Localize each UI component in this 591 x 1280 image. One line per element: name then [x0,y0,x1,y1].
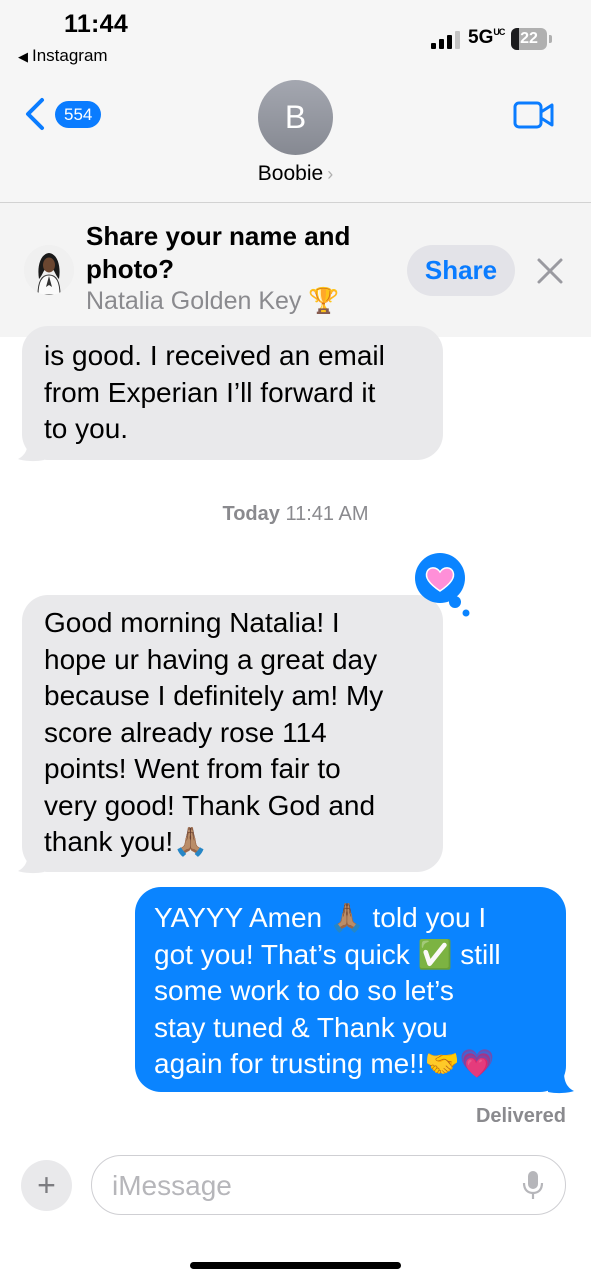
message-text: Good morning Natalia! I hope ur having a… [44,607,384,857]
contact-name[interactable]: Boobie › [0,162,591,186]
message-timestamp: Today 11:41 AM [222,503,369,525]
message-bubble-incoming[interactable]: is good. I received an email from Experi… [22,326,443,460]
home-indicator [190,1262,401,1269]
cellular-signal-icon [431,31,463,49]
bubble-tail [18,852,44,874]
battery-fill [511,28,519,50]
battery-icon: 22 [511,28,547,50]
network-type: 5GUC [468,27,505,48]
close-icon[interactable] [534,255,566,287]
apps-plus-button[interactable]: + [21,1160,72,1211]
conversation-header: 554 B Boobie › [0,72,591,203]
heart-tapback-icon[interactable] [414,552,470,618]
battery-tip [549,35,552,43]
battery-percent: 22 [520,30,538,47]
video-camera-icon[interactable] [513,100,555,130]
chevron-right-icon: › [327,164,334,184]
microphone-icon[interactable] [522,1170,544,1200]
bubble-tail [18,440,44,462]
imessage-input-field[interactable] [91,1155,566,1215]
profile-photo [24,245,74,295]
message-input[interactable] [110,1166,514,1206]
message-text: is good. I received an email from Experi… [44,340,385,444]
contact-avatar[interactable]: B [258,80,333,155]
status-time: 11:44 [64,10,129,38]
message-bubble-incoming[interactable]: Good morning Natalia! I hope ur having a… [22,595,443,872]
delivered-status: Delivered [475,1105,566,1127]
share-banner-subtitle: Natalia Golden Key 🏆 [86,287,340,315]
chevron-left-icon [26,98,44,130]
back-to-instagram-link[interactable]: ◀ Instagram [18,46,108,66]
share-button[interactable]: Share [407,245,515,296]
status-bar: 11:44 ◀ Instagram 5GUC 22 [0,0,591,72]
share-banner-title: Share your name and photo? [86,221,351,284]
back-button[interactable]: 554 [22,94,112,134]
share-name-banner: Share your name and photo? Natalia Golde… [0,203,591,337]
back-app-label: Instagram [32,46,108,65]
message-text: YAYYY Amen 🙏🏽 told you I got you! That’s… [154,902,501,1079]
unread-count-badge: 554 [55,101,102,128]
back-triangle-icon: ◀ [18,49,28,64]
message-bubble-outgoing[interactable]: YAYYY Amen 🙏🏽 told you I got you! That’s… [135,887,566,1092]
bubble-tail [548,1072,574,1094]
